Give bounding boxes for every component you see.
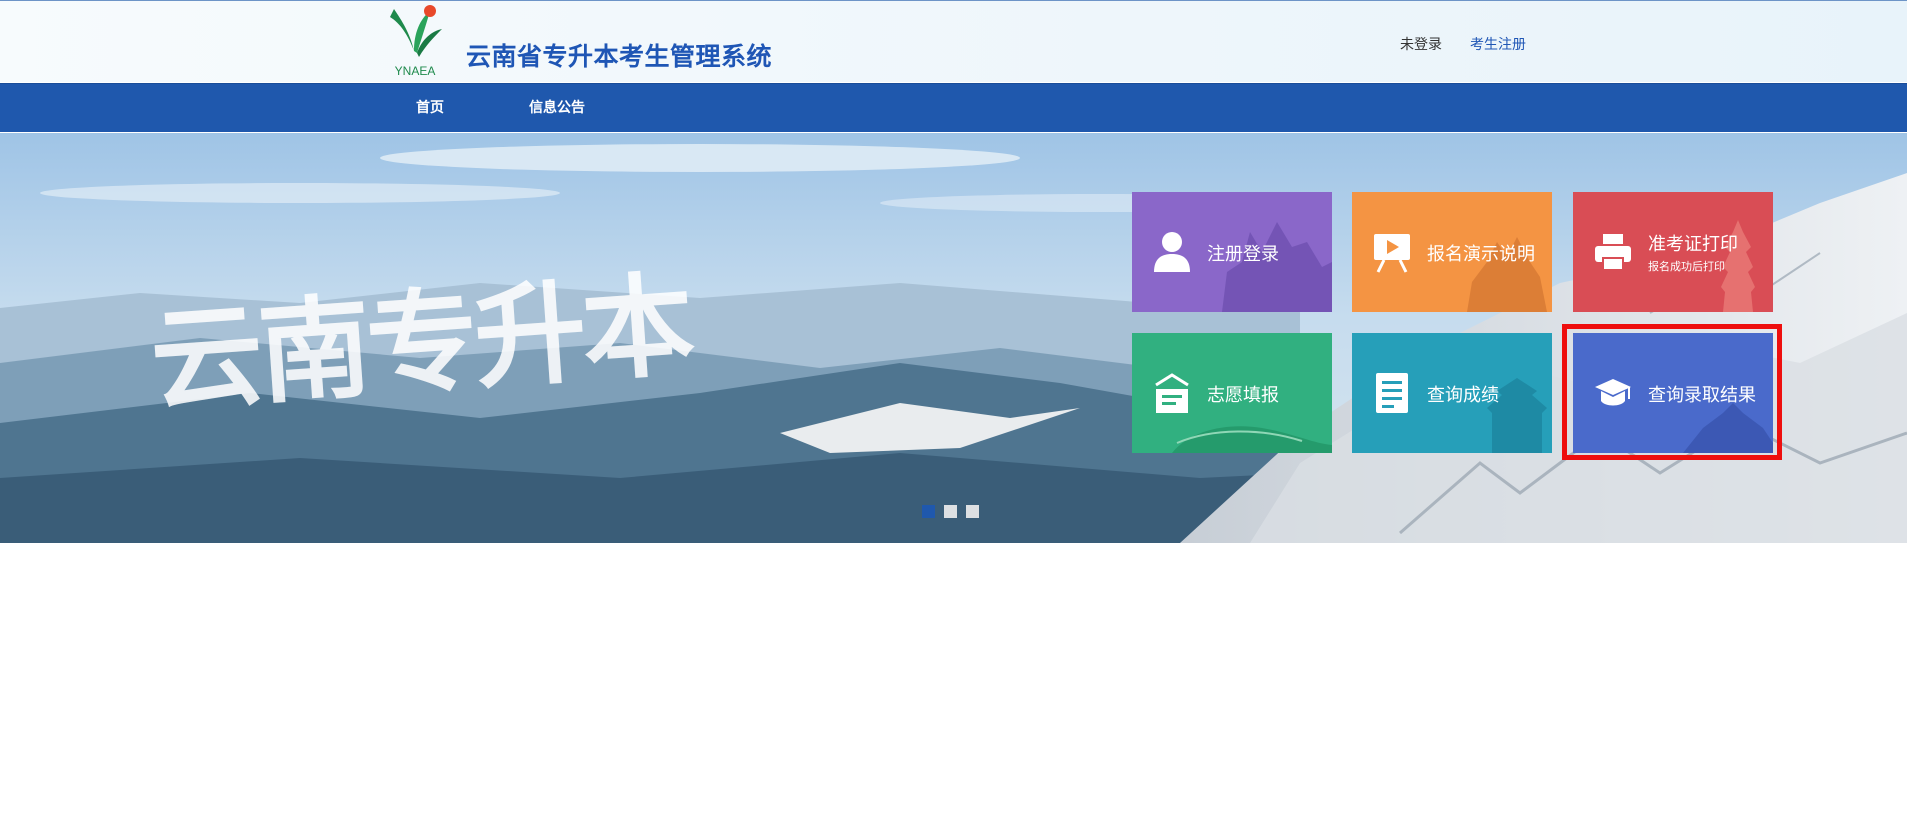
tile-label: 志愿填报 bbox=[1207, 385, 1279, 406]
tile-score-query[interactable]: 查询成绩 bbox=[1352, 333, 1552, 453]
main-nav: 首页 信息公告 bbox=[0, 83, 1907, 132]
user-icon bbox=[1154, 232, 1190, 272]
tile-registration-guide[interactable]: 报名演示说明 bbox=[1352, 192, 1552, 312]
tile-sublabel: 报名成功后打印 bbox=[1648, 260, 1725, 273]
tile-admission-ticket-print[interactable]: 准考证打印 报名成功后打印 bbox=[1573, 192, 1773, 312]
nav-item-notices[interactable]: 信息公告 bbox=[529, 84, 585, 133]
document-icon bbox=[1376, 373, 1408, 413]
tile-label: 查询录取结果 bbox=[1648, 385, 1756, 406]
svg-text:YNAEA: YNAEA bbox=[395, 64, 436, 78]
tile-admission-result-query[interactable]: 查询录取结果 bbox=[1573, 333, 1773, 453]
register-link[interactable]: 考生注册 bbox=[1470, 34, 1526, 54]
tile-preference-filling[interactable]: 志愿填报 bbox=[1132, 333, 1332, 453]
site-title: 云南省专升本考生管理系统 bbox=[466, 42, 773, 71]
form-icon bbox=[1155, 373, 1189, 413]
login-status: 未登录 bbox=[1400, 37, 1442, 53]
carousel-dot-1[interactable] bbox=[922, 505, 935, 518]
tile-label: 查询成绩 bbox=[1427, 385, 1499, 406]
tile-label: 注册登录 bbox=[1207, 244, 1279, 265]
tile-register-login[interactable]: 注册登录 bbox=[1132, 192, 1332, 312]
carousel-dot-2[interactable] bbox=[944, 505, 957, 518]
nav-item-home[interactable]: 首页 bbox=[416, 84, 444, 133]
top-header: YNAEA 云南省专升本考生管理系统 未登录 考生注册 bbox=[0, 0, 1907, 82]
tile-label: 报名演示说明 bbox=[1427, 244, 1535, 265]
presentation-icon bbox=[1374, 234, 1410, 273]
ynaea-logo: YNAEA bbox=[390, 5, 442, 78]
printer-icon bbox=[1595, 234, 1631, 271]
tile-label: 准考证打印 bbox=[1648, 234, 1738, 255]
graduation-cap-icon bbox=[1595, 379, 1631, 406]
carousel-dot-3[interactable] bbox=[966, 505, 979, 518]
